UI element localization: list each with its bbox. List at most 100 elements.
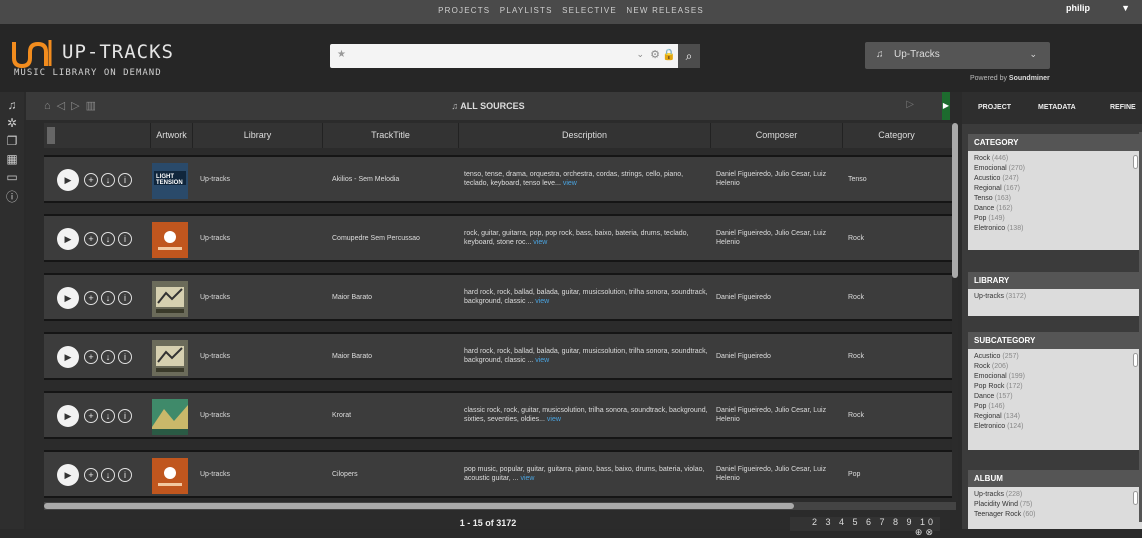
horizontal-scroll-thumb[interactable] — [44, 503, 794, 509]
nav-playlists[interactable]: PLAYLISTS — [500, 6, 553, 15]
view-link[interactable]: view — [535, 357, 549, 364]
col-category[interactable]: Category — [842, 123, 950, 148]
user-menu-caret-icon[interactable]: ▼ — [1121, 3, 1130, 13]
facet-item[interactable]: Placidity Wind (75) — [974, 500, 1136, 510]
facet-item[interactable]: Dance (157) — [974, 392, 1136, 402]
album-artwork[interactable] — [152, 399, 188, 435]
col-artwork[interactable]: Artwork — [150, 123, 192, 148]
search-dropdown-icon[interactable]: ⌄ — [636, 49, 644, 60]
album-artwork[interactable] — [152, 458, 188, 494]
facet-item[interactable]: Tenso (163) — [974, 194, 1136, 204]
table-row[interactable]: ▶ + ↓ i Up-tracks Comupedre Sem Percussao rock… — [44, 214, 956, 262]
download-icon[interactable]: ↓ — [101, 232, 115, 246]
track-title[interactable]: Krorat — [332, 393, 458, 437]
info-icon[interactable]: i — [118, 350, 132, 364]
horizontal-scrollbar[interactable] — [44, 502, 956, 510]
music-icon[interactable]: ♫ — [0, 98, 24, 116]
album-artwork[interactable] — [152, 222, 188, 258]
facet-item[interactable]: Pop (149) — [974, 214, 1136, 224]
facet-scrollbar[interactable] — [1133, 353, 1138, 367]
album-artwork[interactable] — [152, 340, 188, 376]
col-tracktitle[interactable]: TrackTitle — [322, 123, 458, 148]
download-icon[interactable]: ↓ — [101, 468, 115, 482]
track-title[interactable]: Akilios - Sem Melodia — [332, 157, 458, 201]
copy-icon[interactable]: ❐ — [0, 134, 24, 152]
search-bar[interactable]: ★ ⌄ ⚙ 🔒 ⌕ — [330, 44, 700, 68]
table-row[interactable]: ▶ + ↓ i Up-tracks Krorat classic rock, rock, g… — [44, 391, 956, 439]
add-icon[interactable]: + — [84, 173, 98, 187]
facet-scrollbar[interactable] — [1133, 491, 1138, 505]
folder-icon[interactable]: ▭ — [0, 170, 24, 188]
info-icon[interactable]: i — [118, 409, 132, 423]
grid-icon[interactable]: ▦ — [0, 152, 24, 170]
col-composer[interactable]: Composer — [710, 123, 842, 148]
source-select[interactable]: ♫ Up-Tracks ⌄ — [865, 42, 1050, 69]
add-icon[interactable]: + — [84, 350, 98, 364]
play-button[interactable]: ▶ — [57, 346, 79, 368]
play-button[interactable]: ▶ — [57, 228, 79, 250]
facet-item[interactable]: Up-tracks (3172) — [974, 292, 1136, 302]
info-icon[interactable]: i — [118, 232, 132, 246]
download-icon[interactable]: ↓ — [101, 350, 115, 364]
view-link[interactable]: view — [520, 475, 534, 482]
facet-item[interactable]: Up-tracks (228) — [974, 490, 1136, 500]
play-all-icon[interactable]: ▷ — [906, 99, 914, 110]
album-artwork[interactable] — [152, 281, 188, 317]
tab-refine[interactable]: REFINE — [1110, 104, 1136, 111]
play-button[interactable]: ▶ — [57, 169, 79, 191]
add-icon[interactable]: + — [84, 291, 98, 305]
vertical-scrollbar[interactable] — [952, 123, 958, 501]
track-title[interactable]: Maior Barato — [332, 334, 458, 378]
facet-item[interactable]: Regional (167) — [974, 184, 1136, 194]
facet-item[interactable]: Rock (446) — [974, 154, 1136, 164]
nav-selective[interactable]: SELECTIVE — [562, 6, 617, 15]
track-title[interactable]: Comupedre Sem Percussao — [332, 216, 458, 260]
facet-scrollbar[interactable] — [1133, 155, 1138, 169]
collapse-panel-button[interactable]: ▶ — [942, 92, 950, 120]
facet-item[interactable]: Pop (146) — [974, 402, 1136, 412]
vertical-scroll-thumb[interactable] — [952, 123, 958, 278]
col-library[interactable]: Library — [192, 123, 322, 148]
facet-item[interactable]: Regional (134) — [974, 412, 1136, 422]
search-button[interactable]: ⌕ — [678, 44, 700, 68]
tab-project[interactable]: PROJECT — [978, 104, 1011, 111]
facet-item[interactable]: Emocional (199) — [974, 372, 1136, 382]
table-row[interactable]: ▶ + ↓ i Up-tracks Cilopers pop music, popular,… — [44, 450, 956, 498]
info-icon[interactable]: i — [118, 468, 132, 482]
track-title[interactable]: Maior Barato — [332, 275, 458, 319]
facet-item[interactable]: Eletronico (124) — [974, 422, 1136, 432]
gear-icon[interactable]: ⚙ — [650, 48, 660, 61]
facet-item[interactable]: Dance (162) — [974, 204, 1136, 214]
view-link[interactable]: view — [563, 180, 577, 187]
col-description[interactable]: Description — [458, 123, 710, 148]
table-row[interactable]: ▶ + ↓ i LIGHT TENSION Up-tracks Akilios - Sem M… — [44, 155, 956, 203]
play-button[interactable]: ▶ — [57, 464, 79, 486]
facet-item[interactable]: Eletronico (138) — [974, 224, 1136, 234]
facet-item[interactable]: Rock (206) — [974, 362, 1136, 372]
page-numbers[interactable]: 2 3 4 5 6 7 8 9 10 — [812, 517, 936, 527]
nav-new-releases[interactable]: NEW RELEASES — [626, 6, 704, 15]
facet-item[interactable]: Acustico (247) — [974, 174, 1136, 184]
download-icon[interactable]: ↓ — [101, 173, 115, 187]
download-icon[interactable]: ↓ — [101, 409, 115, 423]
lock-icon[interactable]: 🔒 — [662, 48, 676, 61]
add-icon[interactable]: + — [84, 232, 98, 246]
info-icon[interactable]: i — [118, 291, 132, 305]
add-icon[interactable]: + — [84, 468, 98, 482]
table-row[interactable]: ▶ + ↓ i Up-tracks Maior Barato hard rock, rock… — [44, 332, 956, 380]
sparkle-icon[interactable]: ✲ — [0, 116, 24, 134]
user-name[interactable]: philip — [1066, 3, 1090, 13]
download-icon[interactable]: ↓ — [101, 291, 115, 305]
facet-item[interactable]: Pop Rock (172) — [974, 382, 1136, 392]
star-icon[interactable]: ★ — [337, 49, 346, 60]
facet-item[interactable]: Teenager Rock (60) — [974, 510, 1136, 520]
nav-projects[interactable]: PROJECTS — [438, 6, 490, 15]
view-link[interactable]: view — [547, 416, 561, 423]
view-link[interactable]: view — [535, 298, 549, 305]
facet-item[interactable]: Acustico (257) — [974, 352, 1136, 362]
album-artwork[interactable]: LIGHT TENSION — [152, 163, 188, 199]
facet-item[interactable]: Emocional (270) — [974, 164, 1136, 174]
play-button[interactable]: ▶ — [57, 287, 79, 309]
play-button[interactable]: ▶ — [57, 405, 79, 427]
select-all-checkbox[interactable] — [47, 127, 55, 144]
